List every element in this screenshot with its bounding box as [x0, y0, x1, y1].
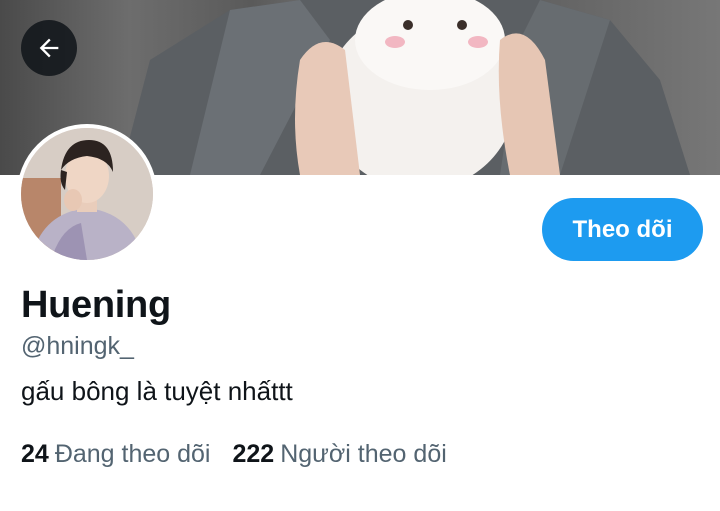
followers-stat[interactable]: 222 Người theo dõi [233, 440, 447, 469]
profile-bio: gấu bông là tuyệt nhấttt [21, 376, 293, 406]
avatar[interactable] [17, 124, 157, 264]
profile-name: Huening [21, 284, 171, 326]
avatar-image [21, 128, 153, 260]
following-count: 24 [21, 440, 49, 468]
profile-handle: @hningk_ [21, 332, 134, 360]
back-button[interactable] [21, 20, 77, 76]
profile-stats: 24 Đang theo dõi 222 Người theo dõi [21, 440, 447, 469]
follow-button[interactable]: Theo dõi [542, 198, 703, 261]
arrow-left-icon [39, 38, 59, 58]
followers-count: 222 [232, 440, 275, 468]
following-label: Đang theo dõi [54, 440, 211, 468]
followers-label: Người theo dõi [280, 440, 447, 468]
following-stat[interactable]: 24 Đang theo dõi [21, 440, 211, 469]
follow-button-label: Theo dõi [572, 215, 673, 243]
